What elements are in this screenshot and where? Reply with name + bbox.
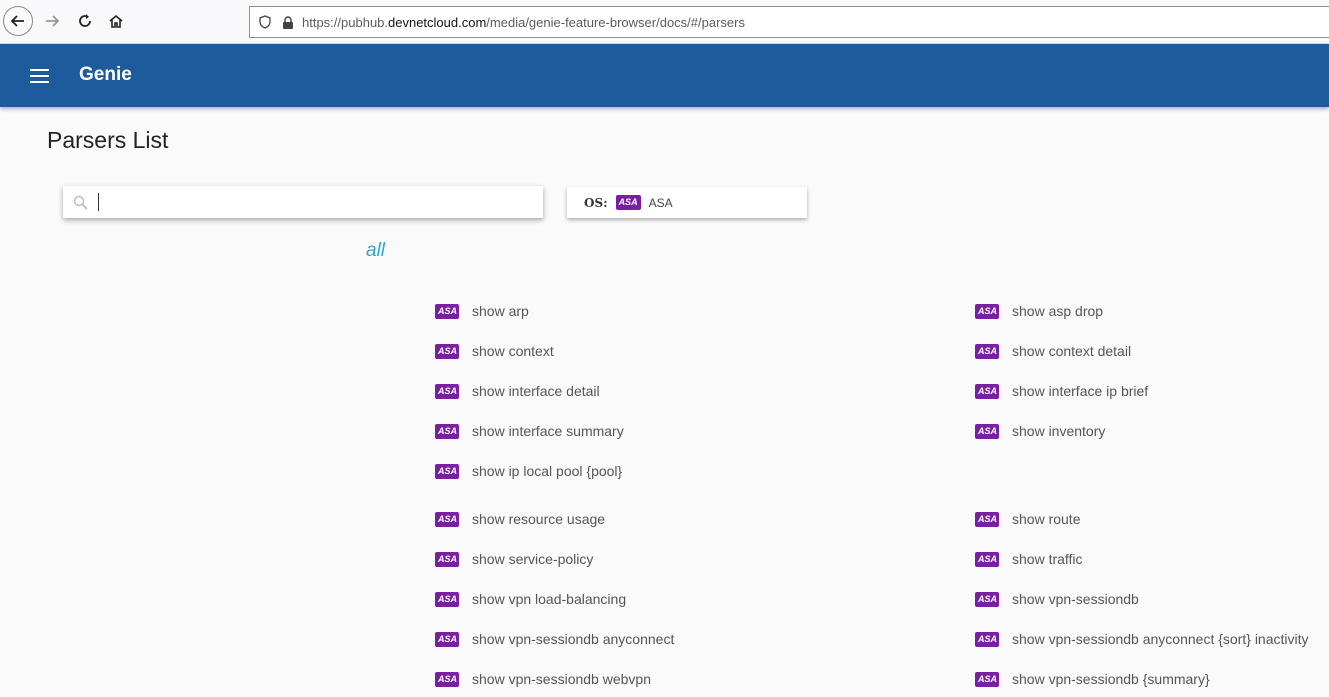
os-badge: ASA <box>975 343 999 359</box>
parser-item[interactable]: ASA show vpn-sessiondb anyconnect {sort} … <box>975 631 1309 647</box>
parser-item[interactable]: ASA show vpn-sessiondb webvpn <box>435 671 651 687</box>
os-badge: ASA <box>975 591 999 607</box>
parser-item[interactable]: ASA show route <box>975 511 1080 527</box>
parser-item[interactable]: ASA show vpn-sessiondb {summary} <box>975 671 1210 687</box>
address-bar[interactable]: https://pubhub.devnetcloud.com/media/gen… <box>249 6 1329 38</box>
parser-item[interactable]: ASA show vpn load-balancing <box>435 591 626 607</box>
parser-link[interactable]: show context detail <box>1012 343 1131 359</box>
os-badge: ASA <box>435 383 459 399</box>
parser-item[interactable]: ASA show ip local pool {pool} <box>435 463 622 479</box>
os-badge: ASA <box>975 631 999 647</box>
lock-icon <box>283 15 293 29</box>
reload-button[interactable] <box>70 6 100 36</box>
parser-link[interactable]: show ip local pool {pool} <box>472 463 622 479</box>
parser-link[interactable]: show asp drop <box>1012 303 1103 319</box>
parser-link[interactable]: show interface ip brief <box>1012 383 1148 399</box>
parser-link[interactable]: show interface detail <box>472 383 600 399</box>
back-button[interactable] <box>3 6 33 36</box>
parser-link[interactable]: show vpn-sessiondb webvpn <box>472 671 651 687</box>
os-badge: ASA <box>975 383 999 399</box>
parser-item[interactable]: ASA show inventory <box>975 423 1105 439</box>
os-filter-value: ASA <box>648 195 673 210</box>
forward-arrow-icon <box>46 15 60 27</box>
url-path: /media/genie-feature-browser/docs/#/pars… <box>486 14 745 30</box>
os-filter-label: OS: <box>584 195 608 210</box>
parser-item[interactable]: ASA show asp drop <box>975 303 1103 319</box>
search-input[interactable] <box>63 186 543 218</box>
parser-link[interactable]: show resource usage <box>472 511 605 527</box>
os-badge: ASA <box>435 631 459 647</box>
home-button[interactable] <box>101 6 131 36</box>
browser-toolbar: https://pubhub.devnetcloud.com/media/gen… <box>0 0 1329 44</box>
parser-link[interactable]: show arp <box>472 303 529 319</box>
home-icon <box>109 14 123 28</box>
os-badge: ASA <box>435 551 459 567</box>
parser-link[interactable]: show vpn-sessiondb {summary} <box>1012 671 1210 687</box>
url-text: https://pubhub.devnetcloud.com/media/gen… <box>302 15 745 30</box>
parser-item[interactable]: ASA show interface summary <box>435 423 624 439</box>
parser-item[interactable]: ASA show service-policy <box>435 551 593 567</box>
search-icon <box>73 195 88 210</box>
parser-item[interactable]: ASA show vpn-sessiondb anyconnect <box>435 631 674 647</box>
parser-item[interactable]: ASA show context detail <box>975 343 1131 359</box>
parser-item[interactable]: ASA show context <box>435 343 554 359</box>
parser-link[interactable]: show interface summary <box>472 423 624 439</box>
os-badge: ASA <box>975 423 999 439</box>
parser-link[interactable]: show vpn-sessiondb <box>1012 591 1139 607</box>
url-prefix: https://pubhub. <box>302 14 389 30</box>
os-filter[interactable]: OS: ASA ASA <box>567 187 807 218</box>
parser-link[interactable]: show route <box>1012 511 1080 527</box>
forward-button[interactable] <box>37 6 67 36</box>
reload-icon <box>79 14 91 27</box>
os-badge: ASA <box>975 671 999 687</box>
os-badge: ASA <box>975 551 999 567</box>
app-title: Genie <box>79 64 132 85</box>
filter-all-link[interactable]: all <box>366 240 385 262</box>
parser-link[interactable]: show context <box>472 343 554 359</box>
parser-item[interactable]: ASA show vpn-sessiondb <box>975 591 1139 607</box>
parser-link[interactable]: show inventory <box>1012 423 1105 439</box>
os-badge: ASA <box>435 423 459 439</box>
parser-item[interactable]: ASA show traffic <box>975 551 1083 567</box>
back-arrow-icon <box>10 15 24 27</box>
parser-link[interactable]: show vpn load-balancing <box>472 591 626 607</box>
os-badge: ASA <box>435 511 459 527</box>
parser-item[interactable]: ASA show arp <box>435 303 529 319</box>
parser-link[interactable]: show traffic <box>1012 551 1083 567</box>
page-title: Parsers List <box>47 127 169 153</box>
os-badge: ASA <box>435 343 459 359</box>
text-caret <box>98 193 99 211</box>
os-badge: ASA <box>975 511 999 527</box>
shield-icon <box>259 15 271 29</box>
parser-link[interactable]: show vpn-sessiondb anyconnect {sort} ina… <box>1012 631 1309 647</box>
parser-link[interactable]: show service-policy <box>472 551 593 567</box>
os-badge: ASA <box>435 591 459 607</box>
os-badge: ASA <box>975 303 999 319</box>
os-badge: ASA <box>435 671 459 687</box>
parser-item[interactable]: ASA show resource usage <box>435 511 605 527</box>
url-domain: devnetcloud.com <box>388 14 487 30</box>
app-header: Genie <box>0 44 1329 107</box>
os-badge: ASA <box>435 463 459 479</box>
menu-icon[interactable] <box>30 69 49 83</box>
os-badge: ASA <box>435 303 459 319</box>
parser-item[interactable]: ASA show interface ip brief <box>975 383 1148 399</box>
os-badge: ASA <box>615 195 641 210</box>
parser-link[interactable]: show vpn-sessiondb anyconnect <box>472 631 674 647</box>
parser-item[interactable]: ASA show interface detail <box>435 383 600 399</box>
